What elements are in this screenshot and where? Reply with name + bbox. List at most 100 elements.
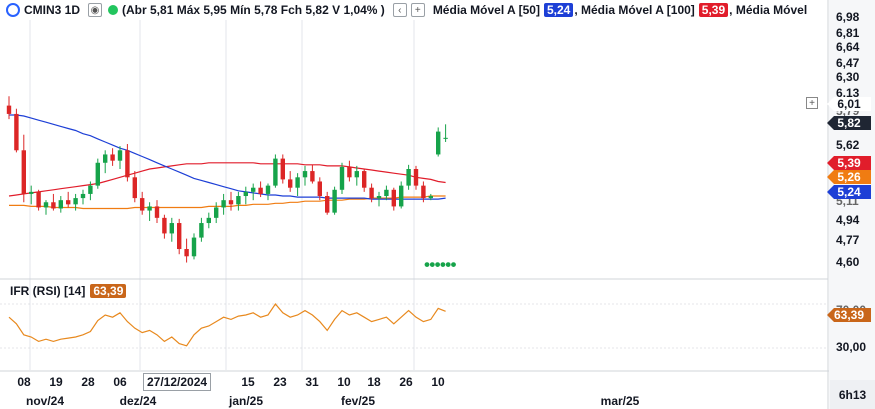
candle-body: [88, 185, 93, 194]
candle-body: [221, 200, 226, 208]
ohlc-values: (Abr 5,81 Máx 5,95 Mín 5,78 Fch 5,82 V 1…: [122, 3, 385, 17]
signal-dot: [424, 262, 430, 268]
signal-dot: [451, 262, 456, 268]
candle-body: [421, 185, 426, 199]
candle-body: [58, 200, 63, 209]
candle-body: [199, 223, 204, 238]
market-status-icon: [108, 5, 119, 15]
price-tick: 6,98: [836, 10, 860, 24]
candle-body: [214, 207, 219, 218]
candle: [177, 218, 182, 255]
time-tick: 08: [17, 375, 31, 389]
candle-body: [310, 171, 315, 182]
price-tick: 5,62: [836, 138, 860, 152]
candle-body: [125, 150, 130, 178]
ma100-value-badge: 5,39: [698, 3, 729, 17]
candle: [339, 162, 345, 194]
candle-body: [280, 158, 285, 180]
candle: [280, 154, 285, 184]
price-tag-last-line: 6,01: [827, 97, 871, 111]
candle-body: [362, 171, 367, 188]
rsi-legend: IFR (RSI) [14] 63,39: [10, 284, 127, 298]
candle-body: [236, 196, 241, 205]
price-tag-last: 5,82: [827, 116, 871, 130]
candle-body: [258, 187, 263, 194]
candle-body: [169, 223, 174, 234]
ma50-value-badge: 5,24: [543, 3, 574, 17]
candle-body: [206, 217, 211, 224]
price-tick: 4,77: [836, 233, 860, 247]
visibility-eye-icon[interactable]: ◉: [88, 3, 103, 17]
candle: [436, 127, 441, 157]
candle-body: [184, 249, 189, 257]
candle-body: [66, 200, 71, 205]
candle-body: [147, 206, 152, 211]
price-tag-ma-orange: 5,26: [827, 170, 871, 184]
candle-body: [369, 187, 374, 199]
crosshair-date-label: 27/12/2024: [143, 373, 212, 391]
candle-body: [376, 196, 382, 199]
candle: [36, 189, 41, 211]
time-tick: 19: [49, 375, 63, 389]
candle: [95, 158, 100, 189]
crosshair-add-icon[interactable]: +: [806, 97, 818, 109]
candle-body: [339, 166, 345, 190]
candle-body: [132, 177, 137, 199]
candle-body: [95, 162, 100, 186]
candle-body: [391, 189, 396, 207]
timezone-clock[interactable]: 6h13: [830, 380, 875, 409]
rsi-tag: 63,39: [827, 308, 871, 322]
collapse-chevron-icon[interactable]: ‹: [392, 3, 407, 17]
candle-body: [80, 193, 86, 199]
price-tick: 6,30: [836, 70, 860, 84]
add-indicator-icon[interactable]: +: [410, 3, 425, 17]
candle-body: [325, 196, 330, 213]
candle-body: [162, 217, 167, 234]
candle-body: [295, 177, 300, 188]
candle-body: [317, 181, 322, 197]
chart-gridlines: [0, 0, 875, 409]
chart-canvas[interactable]: [0, 0, 875, 409]
candle-body: [110, 154, 115, 161]
time-tick: 06: [113, 375, 127, 389]
candle-body: [43, 202, 49, 208]
price-tick: 6,64: [836, 40, 860, 54]
candle-body: [384, 189, 389, 197]
candle-body: [177, 223, 182, 250]
symbol-icon[interactable]: [6, 3, 20, 17]
candle-body: [6, 105, 12, 114]
candle-body: [406, 169, 411, 186]
signal-dot: [429, 262, 435, 268]
candle-body: [265, 185, 271, 194]
rsi-tick-30: 30,00: [836, 340, 867, 354]
month-tick: fev/25: [340, 394, 376, 408]
month-tick: mar/25: [600, 394, 640, 408]
time-tick: 26: [399, 375, 413, 389]
ma100-label: , Média Móvel A [100]: [574, 3, 695, 17]
candle-body: [154, 206, 160, 218]
candle-body: [251, 187, 256, 192]
candle-body: [413, 169, 419, 186]
month-tick: dez/24: [119, 394, 157, 408]
chart-header: CMIN3 1D ◉ (Abr 5,81 Máx 5,95 Mín 5,78 F…: [0, 0, 840, 20]
candle-body: [29, 191, 34, 194]
time-tick: 18: [367, 375, 381, 389]
signal-dot: [435, 262, 440, 268]
candle-body: [51, 202, 56, 209]
candle-body: [191, 237, 197, 257]
price-tag-ma100: 5,39: [827, 156, 871, 170]
time-tick: 23: [273, 375, 287, 389]
signal-dot: [440, 262, 446, 268]
candle-body: [288, 179, 293, 188]
price-tick: 4,60: [836, 255, 860, 269]
signal-dot: [445, 262, 451, 268]
price-tick: 6,47: [836, 56, 860, 70]
candle-body: [399, 185, 404, 207]
candle-body: [332, 189, 337, 213]
price-tick: 4,94: [836, 213, 860, 227]
month-tick: jan/25: [228, 394, 264, 408]
candle-body: [103, 154, 108, 163]
candle-body: [21, 150, 26, 194]
symbol-label[interactable]: CMIN3 1D: [24, 3, 80, 17]
candle-body: [117, 150, 123, 161]
